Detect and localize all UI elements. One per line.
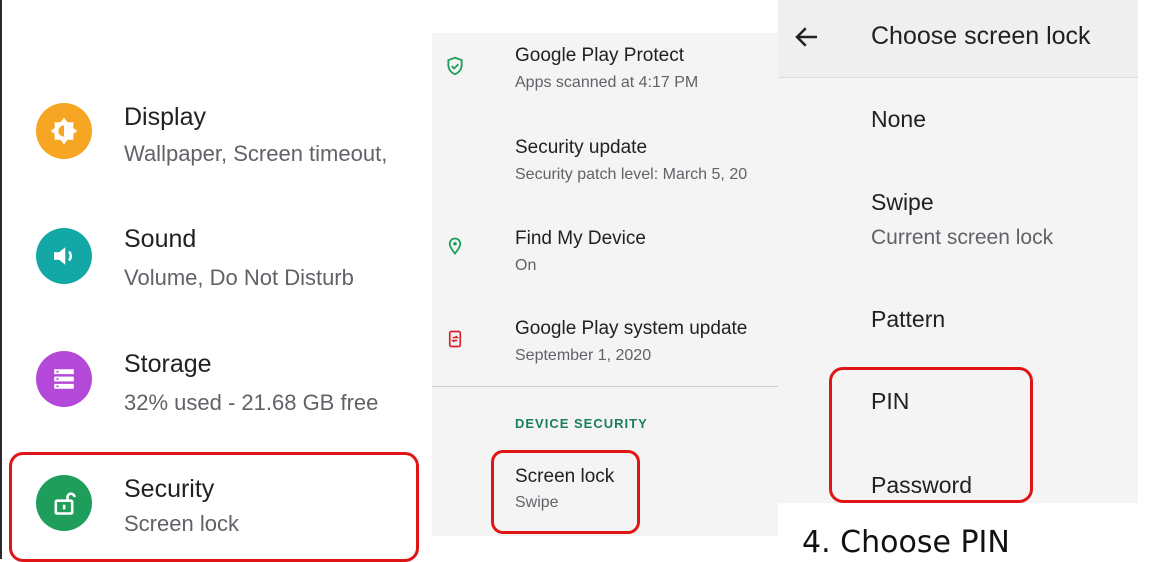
settings-item-display[interactable]: Display Wallpaper, Screen timeout, <box>0 78 430 178</box>
settings-item-sound[interactable]: Sound Volume, Do Not Disturb <box>0 200 430 300</box>
arrow-back-icon[interactable] <box>792 22 824 54</box>
option-label: Swipe <box>871 189 934 215</box>
section-header: DEVICE SECURITY <box>515 416 648 431</box>
location-pin-icon <box>443 234 467 258</box>
list-item-title: Security update <box>515 137 648 158</box>
highlight-pin-password <box>829 367 1033 503</box>
brightness-icon <box>36 103 92 159</box>
list-item-subtitle: September 1, 2020 <box>515 347 652 364</box>
shield-check-icon <box>443 54 467 78</box>
step-caption: 4. Choose PIN <box>802 525 1010 560</box>
highlight-security <box>9 452 419 562</box>
settings-item-subtitle: Wallpaper, Screen timeout, <box>124 141 388 166</box>
list-item-subtitle: Apps scanned at 4:17 PM <box>515 74 699 91</box>
list-item-subtitle: Security patch level: March 5, 20 <box>515 166 748 183</box>
settings-item-subtitle: 32% used - 21.68 GB free <box>124 390 379 415</box>
list-item-subtitle: On <box>515 257 537 274</box>
settings-item-storage[interactable]: Storage 32% used - 21.68 GB free <box>0 325 430 425</box>
storage-icon <box>36 351 92 407</box>
list-item-title: Google Play Protect <box>515 45 684 66</box>
settings-item-subtitle: Volume, Do Not Disturb <box>124 265 354 290</box>
option-subtitle: Current screen lock <box>871 226 1054 249</box>
settings-item-title: Storage <box>124 350 212 378</box>
app-bar: Choose screen lock <box>778 0 1138 78</box>
system-update-icon <box>443 327 467 351</box>
page-title: Choose screen lock <box>871 22 1091 50</box>
list-item-title: Find My Device <box>515 228 646 249</box>
option-none[interactable]: None <box>871 106 926 133</box>
option-pattern[interactable]: Pattern <box>871 306 945 333</box>
divider <box>432 386 778 387</box>
settings-item-title: Sound <box>124 225 197 253</box>
volume-icon <box>36 228 92 284</box>
settings-item-title: Display <box>124 103 206 131</box>
list-item-title: Google Play system update <box>515 318 748 339</box>
highlight-screen-lock <box>491 450 640 534</box>
